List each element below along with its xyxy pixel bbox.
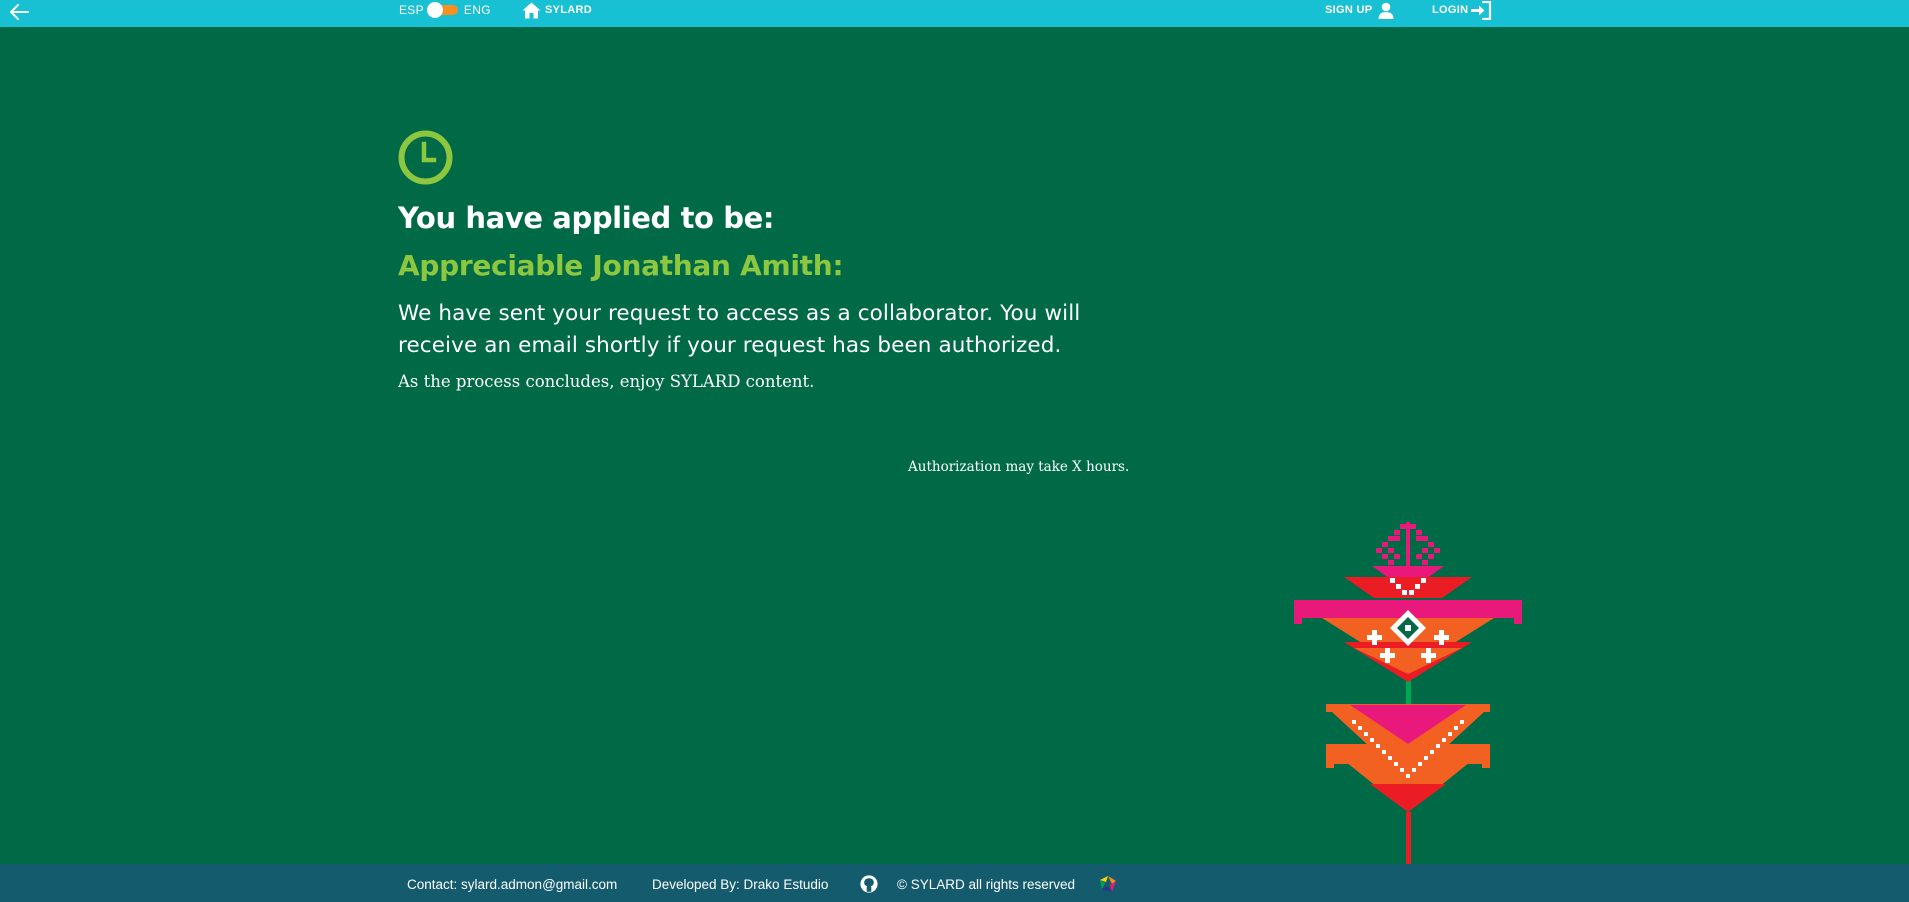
enjoy-note: As the process concludes, enjoy SYLARD c…	[398, 372, 815, 391]
login-link[interactable]: LOGIN	[1432, 0, 1492, 20]
developer-credit[interactable]: Developed By: Drako Estudio	[652, 877, 828, 892]
back-button[interactable]	[8, 2, 32, 24]
home-label: SYLARD	[545, 4, 593, 16]
user-icon	[1378, 2, 1394, 19]
request-message: We have sent your request to access as a…	[398, 301, 1081, 358]
top-navigation-bar: ESP ENG SYLARD SIGN UP LOGIN	[0, 0, 1909, 27]
sign-in-icon	[1471, 0, 1492, 20]
authorization-note: Authorization may take X hours.	[908, 459, 1130, 475]
lang-eng-label[interactable]: ENG	[464, 3, 491, 17]
language-toggle-knob	[426, 2, 443, 18]
home-link[interactable]: SYLARD	[522, 0, 592, 20]
page-heading: You have applied to be:	[398, 201, 775, 235]
github-icon[interactable]	[860, 875, 878, 893]
login-label: LOGIN	[1432, 4, 1469, 16]
greeting-name: Appreciable Jonathan Amith:	[398, 249, 844, 282]
home-icon	[522, 2, 541, 18]
language-toggle[interactable]	[426, 2, 458, 18]
signup-label: SIGN UP	[1325, 4, 1373, 16]
contact-email[interactable]: Contact: sylard.admon@gmail.com	[407, 877, 617, 892]
lang-esp-label[interactable]: ESP	[399, 3, 424, 17]
signup-link[interactable]: SIGN UP	[1325, 0, 1394, 20]
footer: Contact: sylard.admon@gmail.com Develope…	[0, 864, 1909, 902]
copyright: © SYLARD all rights reserved	[897, 877, 1076, 892]
embroidery-ornament	[1294, 522, 1522, 864]
drako-logo-icon[interactable]	[1100, 876, 1116, 892]
language-switch: ESP ENG	[399, 0, 491, 20]
clock-icon	[398, 130, 453, 185]
arrow-left-icon	[10, 4, 29, 20]
